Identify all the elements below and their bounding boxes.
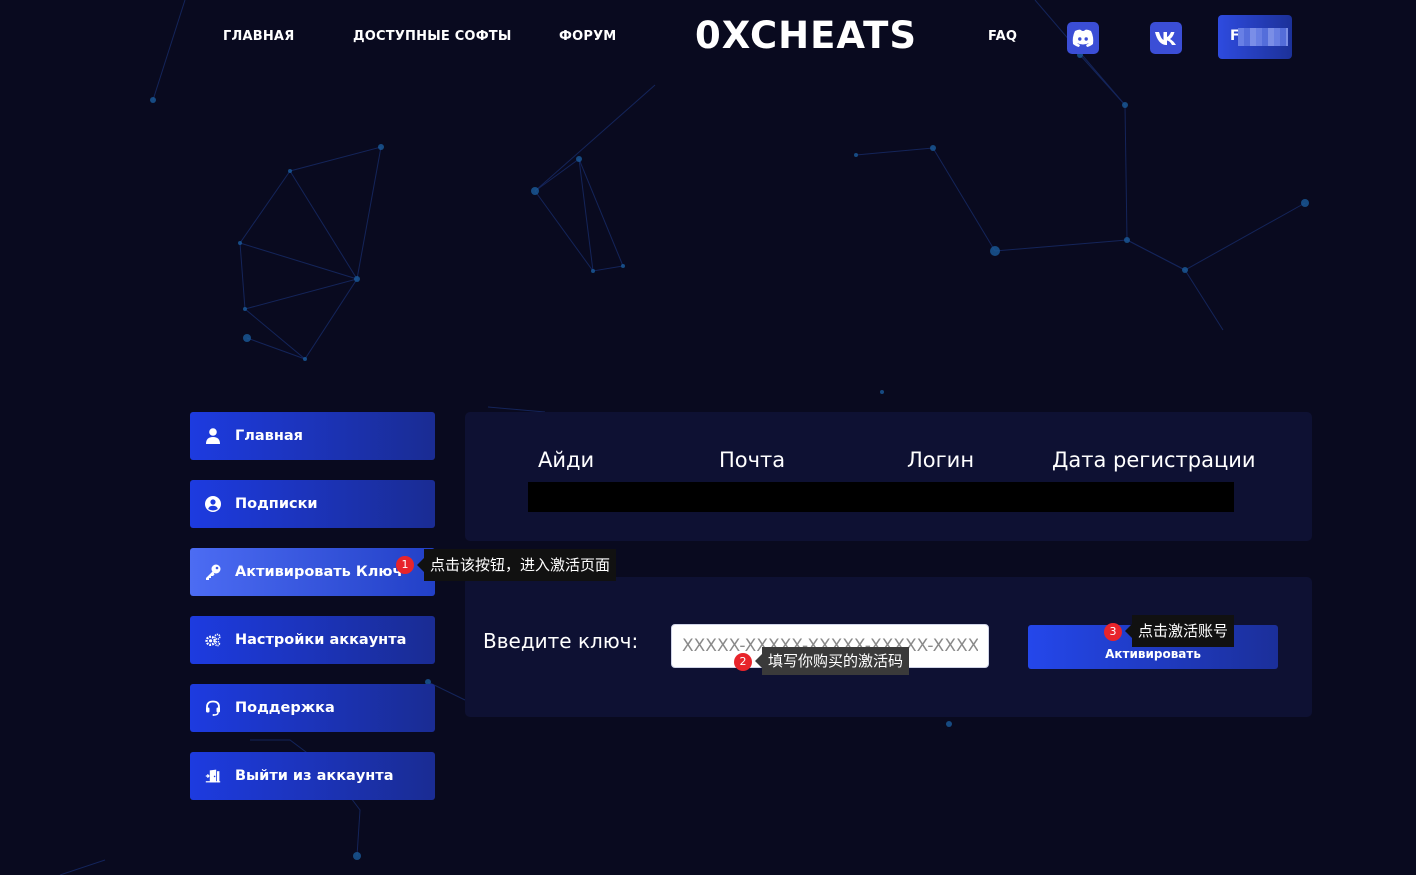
vk-icon <box>1155 32 1176 45</box>
annotation-tooltip-1: 点击该按钮，进入激活页面 <box>416 549 617 581</box>
column-header-login: Логин <box>907 448 975 472</box>
column-header-id: Айди <box>538 448 595 472</box>
redacted-profile-row <box>528 482 1234 512</box>
sidebar-item-logout[interactable]: Выйти из аккаунта <box>190 752 435 800</box>
nav-home[interactable]: ГЛАВНАЯ <box>223 29 294 44</box>
key-input-label: Введите ключ: <box>483 629 639 653</box>
sidebar-item-label: Подписки <box>235 496 318 512</box>
sidebar-item-label: Активировать Ключ <box>235 564 403 580</box>
gears-icon <box>205 632 221 648</box>
annotation-tooltip-2: 填写你购买的激活码 <box>754 647 910 675</box>
site-logo[interactable]: 0XCHEATS <box>695 14 917 58</box>
headset-icon <box>205 700 221 716</box>
user-account-button[interactable]: F <box>1218 15 1292 59</box>
sidebar-item-account-settings[interactable]: Настройки аккаунта <box>190 616 435 664</box>
nav-forum[interactable]: ФОРУМ <box>559 29 616 44</box>
column-header-registration-date: Дата регистрации <box>1052 448 1256 472</box>
column-header-email: Почта <box>719 448 786 472</box>
nav-faq[interactable]: FAQ <box>988 29 1017 44</box>
sidebar-item-home[interactable]: Главная <box>190 412 435 460</box>
sidebar-item-activate-key[interactable]: Активировать Ключ <box>190 548 435 596</box>
sidebar-item-label: Поддержка <box>235 700 335 716</box>
sidebar-item-label: Главная <box>235 428 303 444</box>
user-circle-icon <box>205 496 221 512</box>
annotation-tooltip-3: 点击激活账号 <box>1124 615 1235 647</box>
sidebar-item-support[interactable]: Поддержка <box>190 684 435 732</box>
profile-info-panel: Айди Почта Логин Дата регистрации <box>465 412 1312 541</box>
sidebar-item-subscriptions[interactable]: Подписки <box>190 480 435 528</box>
annotation-badge-1: 1 <box>396 556 414 574</box>
sidebar-item-label: Настройки аккаунта <box>235 632 407 648</box>
user-icon <box>205 428 221 444</box>
nav-available-software[interactable]: ДОСТУПНЫЕ СОФТЫ <box>353 29 512 44</box>
username-pixelated <box>1238 28 1288 46</box>
door-exit-icon <box>205 768 221 784</box>
discord-button[interactable] <box>1067 22 1099 54</box>
sidebar-item-label: Выйти из аккаунта <box>235 768 394 784</box>
vk-button[interactable] <box>1150 22 1182 54</box>
annotation-badge-2: 2 <box>734 653 752 671</box>
annotation-badge-3: 3 <box>1104 623 1122 641</box>
key-icon <box>205 564 221 580</box>
discord-icon <box>1072 29 1094 47</box>
